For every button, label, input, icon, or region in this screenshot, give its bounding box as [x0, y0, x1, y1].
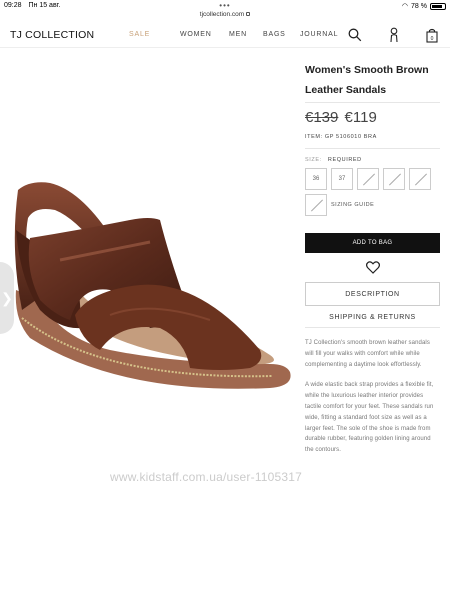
description-paragraph-2: A wide elastic back strap provides a fle…: [305, 382, 434, 454]
add-to-bag-button[interactable]: ADD TO BAG: [305, 233, 440, 253]
url-text[interactable]: tjcollection.com: [200, 11, 244, 18]
search-icon[interactable]: [348, 28, 362, 42]
item-code: GP 5106010 BRA: [324, 134, 377, 140]
more-dots-icon[interactable]: •••: [0, 2, 450, 10]
product-title: Women's Smooth Brown Leather Sandals: [305, 60, 440, 103]
sizing-guide-link[interactable]: SIZING GUIDE: [331, 202, 374, 208]
size-header: SIZE: REQUIRED: [305, 157, 440, 163]
size-option-unavailable: [305, 194, 327, 216]
bag-icon[interactable]: 0: [426, 28, 438, 43]
nav-sale[interactable]: SALE: [129, 31, 180, 38]
nav-men[interactable]: MEN: [229, 31, 263, 38]
lock-icon: [246, 12, 251, 16]
nav-journal[interactable]: JOURNAL: [300, 31, 338, 38]
heart-icon[interactable]: [365, 261, 380, 274]
size-label: SIZE:: [305, 157, 322, 163]
shipping-returns-tab[interactable]: SHIPPING & RETURNS: [305, 314, 440, 328]
size-option-unavailable: [409, 168, 431, 190]
description-paragraph-1: TJ Collection's smooth brown leather san…: [305, 340, 430, 368]
carousel-prev-arrow[interactable]: ❯: [0, 262, 14, 334]
nav-bags[interactable]: BAGS: [263, 31, 300, 38]
size-options: 36 37 SIZING GUIDE: [305, 168, 440, 216]
item-label: ITEM:: [305, 134, 323, 140]
item-code-row: ITEM: GP 5106010 BRA: [305, 134, 440, 140]
watermark: www.kidstaff.com.ua/user-1105317: [110, 470, 303, 484]
divider: [305, 148, 440, 149]
product-info: Women's Smooth Brown Leather Sandals €13…: [305, 60, 440, 456]
main-nav: SALE WOMEN MEN BAGS JOURNAL: [129, 31, 338, 38]
description-tab[interactable]: DESCRIPTION: [305, 282, 440, 306]
browser-url-bar[interactable]: ••• tjcollection.com: [0, 2, 450, 21]
product-image[interactable]: [0, 150, 300, 430]
nav-women[interactable]: WOMEN: [180, 31, 229, 38]
product-title-line2: Leather Sandals: [305, 84, 387, 96]
size-option-36[interactable]: 36: [305, 168, 327, 190]
site-logo[interactable]: TJ COLLECTION: [10, 29, 94, 41]
size-option-37[interactable]: 37: [331, 168, 353, 190]
size-required: REQUIRED: [327, 157, 362, 163]
svg-text:0: 0: [431, 36, 434, 42]
size-option-unavailable: [357, 168, 379, 190]
account-icon[interactable]: [388, 27, 400, 43]
product-title-line1: Women's Smooth Brown: [305, 64, 429, 76]
current-price: €119: [344, 109, 377, 126]
size-option-unavailable: [383, 168, 405, 190]
site-header: TJ COLLECTION SALE WOMEN MEN BAGS JOURNA…: [0, 22, 450, 48]
old-price: €139: [305, 109, 339, 126]
price-block: €139 €119: [305, 109, 440, 126]
